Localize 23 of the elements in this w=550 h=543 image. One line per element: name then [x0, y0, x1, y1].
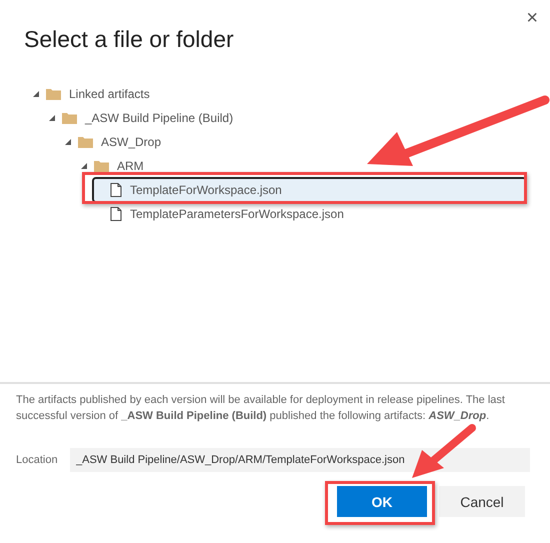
- expand-triangle-icon[interactable]: [80, 162, 88, 170]
- info-text: The artifacts published by each version will be available for deployment in release pipelines. The last successful version of _ASW Build Pipeline (Build) published the following artifacts: ASW_Drop.: [16, 393, 506, 424]
- cancel-button[interactable]: Cancel: [439, 486, 525, 517]
- tree-item[interactable]: TemplateParametersForWorkspace.json: [130, 203, 344, 225]
- tree-item[interactable]: ARM: [117, 155, 144, 177]
- expand-triangle-icon[interactable]: [48, 114, 56, 122]
- folder-icon: [62, 112, 77, 124]
- expand-triangle-icon[interactable]: [32, 90, 40, 98]
- dialog-title: Select a file or folder: [24, 26, 234, 53]
- location-label: Location: [16, 454, 59, 466]
- tree-item[interactable]: _ASW Build Pipeline (Build): [85, 107, 234, 129]
- file-icon: [110, 207, 122, 221]
- tree-item[interactable]: Linked artifacts: [69, 83, 150, 105]
- tree-item[interactable]: ASW_Drop: [101, 131, 162, 153]
- file-icon: [110, 183, 122, 197]
- ok-button[interactable]: OK: [337, 486, 427, 517]
- close-button[interactable]: ×: [526, 8, 538, 28]
- tree-item[interactable]: TemplateForWorkspace.json: [94, 179, 525, 201]
- folder-icon: [46, 88, 61, 100]
- folder-icon: [94, 160, 109, 172]
- location-field[interactable]: _ASW Build Pipeline/ASW_Drop/ARM/TemplateForWorkspace.json: [70, 448, 530, 472]
- folder-icon: [78, 136, 93, 148]
- expand-triangle-icon[interactable]: [64, 138, 72, 146]
